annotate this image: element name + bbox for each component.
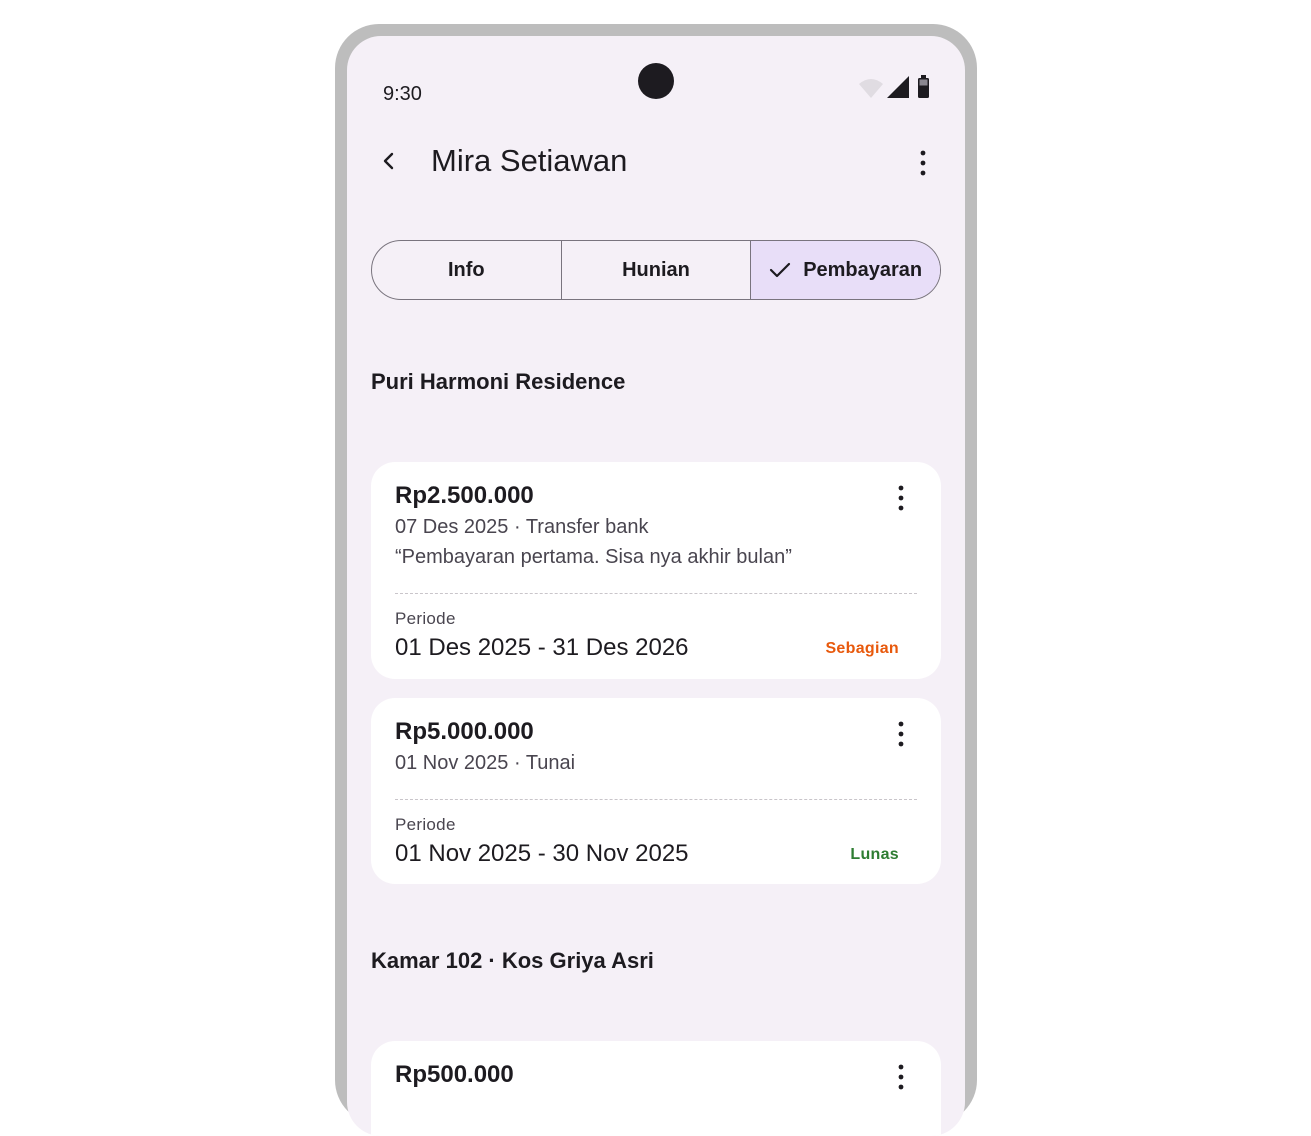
more-vert-icon bbox=[898, 721, 904, 747]
payment-amount: Rp5.000.000 bbox=[395, 718, 534, 745]
payment-meta: 01 Nov 2025 · Tunai bbox=[395, 752, 576, 774]
more-vert-icon bbox=[898, 485, 904, 511]
tab-label: Info bbox=[448, 258, 485, 281]
tab-label: Pembayaran bbox=[803, 258, 923, 281]
divider bbox=[395, 593, 917, 594]
periode-value: 01 Des 2025 - 31 Des 2026 bbox=[395, 634, 689, 661]
status-badge: Lunas bbox=[850, 846, 899, 863]
tab-hunian[interactable]: Hunian bbox=[562, 241, 752, 299]
payment-card[interactable]: Rp500.000 bbox=[371, 1041, 941, 1136]
battery-icon bbox=[918, 75, 929, 98]
payment-note: “Pembayaran pertama. Sisa nya akhir bula… bbox=[395, 546, 792, 568]
screen: 9:30 Mira Setiawan Info Hunian Pembayara… bbox=[347, 36, 965, 1136]
segmented-tabs: Info Hunian Pembayaran bbox=[371, 240, 941, 300]
card-more-button[interactable] bbox=[887, 1061, 915, 1093]
divider bbox=[395, 799, 917, 800]
payment-card[interactable]: Rp2.500.000 07 Des 2025 · Transfer bank … bbox=[371, 462, 941, 679]
more-vert-icon bbox=[920, 150, 926, 176]
card-more-button[interactable] bbox=[887, 482, 915, 514]
status-icons bbox=[857, 74, 937, 100]
page-title: Mira Setiawan bbox=[431, 143, 628, 178]
card-more-button[interactable] bbox=[887, 718, 915, 750]
payment-meta: 07 Des 2025 · Transfer bank bbox=[395, 516, 649, 538]
payment-card[interactable]: Rp5.000.000 01 Nov 2025 · Tunai Periode … bbox=[371, 698, 941, 884]
camera-cutout bbox=[638, 63, 674, 99]
phone-frame: 9:30 Mira Setiawan Info Hunian Pembayara… bbox=[335, 24, 977, 1136]
more-options-button[interactable] bbox=[903, 143, 943, 183]
periode-label: Periode bbox=[395, 609, 456, 628]
payment-amount: Rp2.500.000 bbox=[395, 482, 534, 509]
tab-label: Hunian bbox=[622, 258, 690, 281]
wifi-icon bbox=[859, 79, 883, 98]
section-title: Kamar 102 · Kos Griya Asri bbox=[371, 948, 654, 973]
periode-value: 01 Nov 2025 - 30 Nov 2025 bbox=[395, 840, 689, 867]
status-time: 9:30 bbox=[383, 83, 422, 105]
section-title: Puri Harmoni Residence bbox=[371, 369, 626, 394]
tab-info[interactable]: Info bbox=[372, 241, 562, 299]
periode-label: Periode bbox=[395, 815, 456, 834]
check-icon bbox=[769, 261, 791, 279]
back-button[interactable] bbox=[371, 143, 407, 179]
arrow-back-icon bbox=[383, 152, 394, 170]
more-vert-icon bbox=[898, 1064, 904, 1090]
signal-icon bbox=[887, 76, 909, 98]
status-badge: Sebagian bbox=[825, 640, 899, 657]
tab-pembayaran[interactable]: Pembayaran bbox=[751, 241, 940, 299]
payment-amount: Rp500.000 bbox=[395, 1061, 514, 1088]
